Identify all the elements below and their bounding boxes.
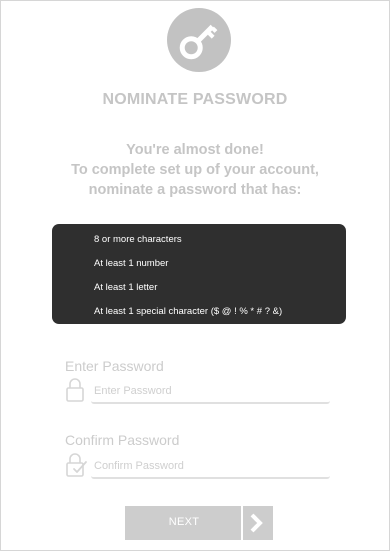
key-icon xyxy=(179,24,218,60)
intro-line: You're almost done! xyxy=(126,142,264,158)
padlock-icon xyxy=(66,378,84,402)
key-icon-badge xyxy=(167,8,231,72)
intro-line: nominate a password that has: xyxy=(88,182,302,198)
confirm-password-input[interactable] xyxy=(91,455,330,479)
password-requirements-box: 8 or more characters At least 1 number A… xyxy=(52,224,346,324)
padlock-check-icon xyxy=(66,453,87,477)
requirement-item: At least 1 letter xyxy=(94,282,158,293)
intro-text: You're almost done! To complete set up o… xyxy=(1,140,389,200)
chevron-right-icon xyxy=(250,513,263,533)
next-button-divider xyxy=(241,506,243,540)
enter-password-input[interactable] xyxy=(91,380,330,404)
requirement-item: At least 1 special character ($ @ ! % * … xyxy=(94,306,283,317)
requirement-item: 8 or more characters xyxy=(94,234,182,245)
page-title: NOMINATE PASSWORD xyxy=(102,91,288,108)
nominate-password-screen: NOMINATE PASSWORD You're almost done! To… xyxy=(0,0,390,551)
requirement-item: At least 1 number xyxy=(94,258,169,269)
confirm-password-label: Confirm Password xyxy=(65,432,180,448)
next-button-label: NEXT xyxy=(168,516,200,528)
next-button[interactable]: NEXT xyxy=(125,506,273,540)
enter-password-label: Enter Password xyxy=(65,358,164,374)
intro-line: To complete set up of your account, xyxy=(71,162,319,178)
